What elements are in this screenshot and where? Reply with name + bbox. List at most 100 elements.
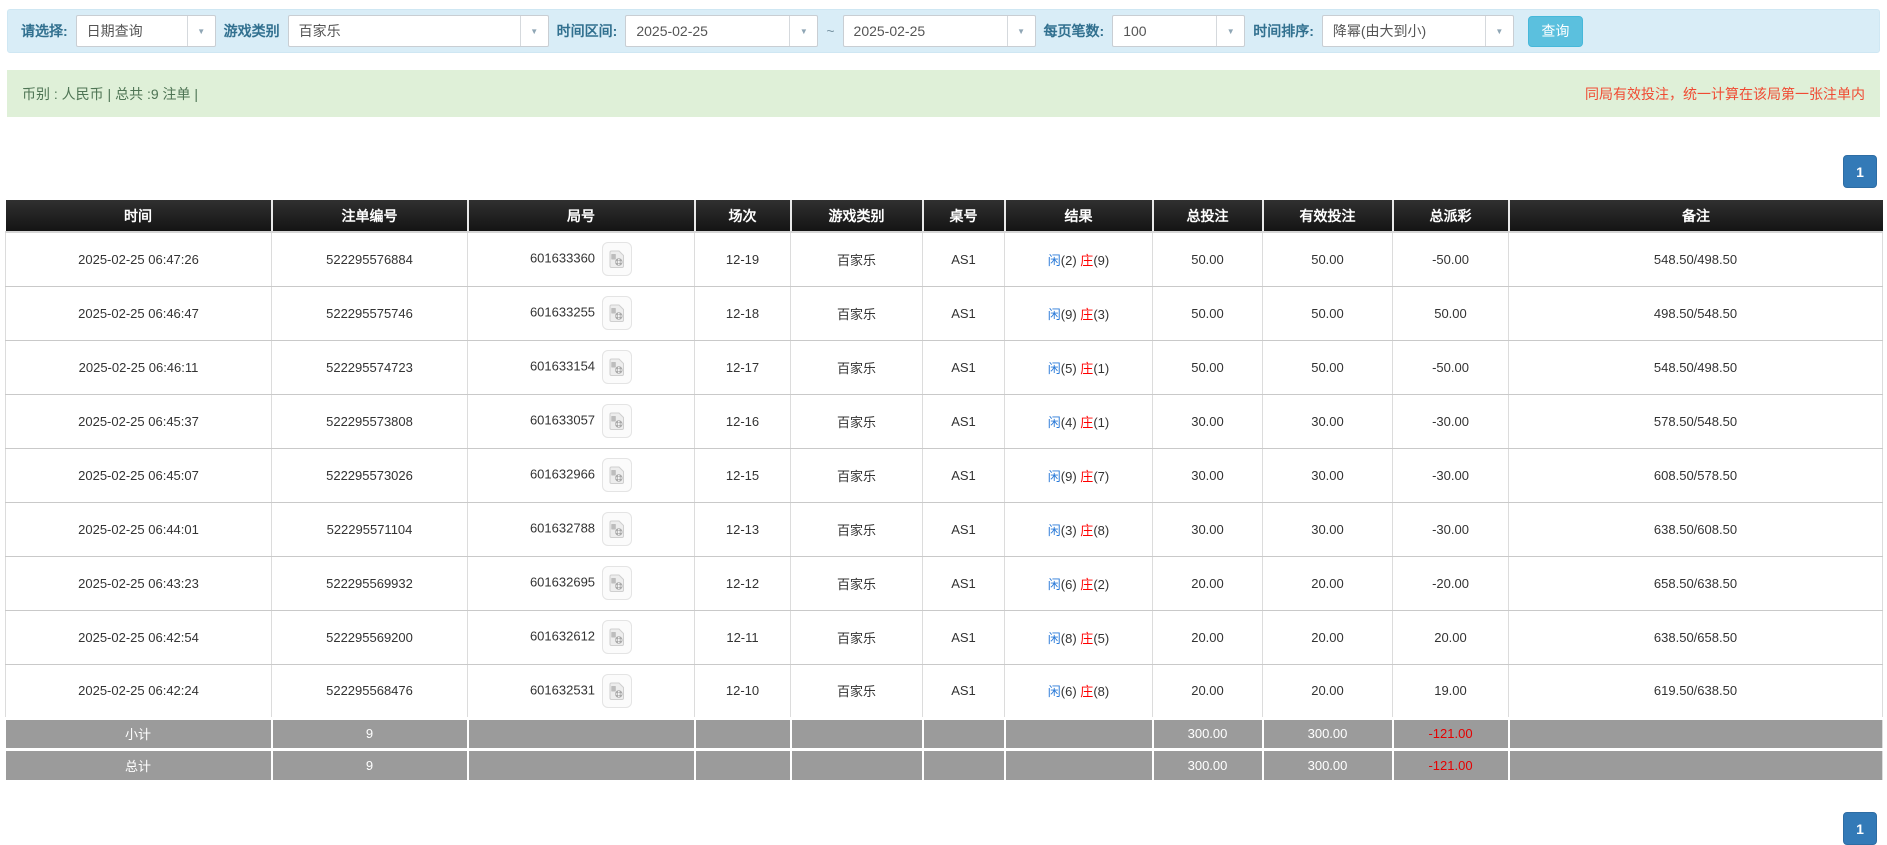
note-cell: 608.50/578.50 [1509, 448, 1883, 502]
banker-result-points: (9) [1093, 253, 1109, 268]
records-table: 时间注单编号局号场次游戏类别桌号结果总投注有效投注总派彩备注 2025-02-2… [5, 200, 1883, 780]
page-1-button[interactable]: 1 [1843, 812, 1877, 845]
result-cell: 闲(9) 庄(3) [1005, 286, 1153, 340]
video-button[interactable] [602, 512, 632, 546]
summary-table-cell [923, 718, 1005, 749]
player-result-label: 闲 [1048, 523, 1061, 538]
valid-bet-cell: 20.00 [1263, 664, 1393, 718]
payout-cell: 20.00 [1393, 610, 1509, 664]
summary-result-cell [1005, 718, 1153, 749]
table-no-cell: AS1 [923, 448, 1005, 502]
total-bet-cell[interactable]: 30.00 [1153, 394, 1263, 448]
video-button[interactable] [602, 296, 632, 330]
round-no: 601632531 [530, 682, 595, 697]
game-type-cell: 百家乐 [791, 448, 923, 502]
per-page-select[interactable]: 100 ▼ [1112, 15, 1245, 47]
total-bet-cell[interactable]: 30.00 [1153, 502, 1263, 556]
video-button[interactable] [602, 620, 632, 654]
note-cell: 578.50/548.50 [1509, 394, 1883, 448]
summary-label-cell: 小计 [6, 718, 272, 749]
game-type-cell: 百家乐 [791, 232, 923, 286]
page-1-button[interactable]: 1 [1843, 155, 1877, 188]
table-row: 2025-02-25 06:44:01522295571104601632788… [6, 502, 1883, 556]
currency-count-text: 币别 : 人民币 | 总共 :9 注单 | [22, 84, 198, 104]
player-result-label: 闲 [1048, 415, 1061, 430]
column-header: 场次 [695, 200, 791, 232]
table-row: 2025-02-25 06:42:24522295568476601632531… [6, 664, 1883, 718]
summary-total-bet-cell: 300.00 [1153, 749, 1263, 780]
date-from-select[interactable]: 2025-02-25 ▼ [625, 15, 818, 47]
session-cell: 12-16 [695, 394, 791, 448]
video-button[interactable] [602, 404, 632, 438]
film-icon [609, 412, 625, 430]
game-type-select[interactable]: 百家乐 ▼ [288, 15, 549, 47]
sort-label: 时间排序: [1253, 21, 1314, 41]
banker-result-label: 庄 [1080, 469, 1093, 484]
result-cell: 闲(2) 庄(9) [1005, 232, 1153, 286]
summary-note-cell [1509, 749, 1883, 780]
banker-result-points: (8) [1093, 684, 1109, 699]
valid-bet-cell: 30.00 [1263, 502, 1393, 556]
time-cell: 2025-02-25 06:46:47 [6, 286, 272, 340]
bet-id-cell: 522295576884 [272, 232, 468, 286]
round-no-cell: 601632695 [468, 556, 695, 610]
payout-cell: -30.00 [1393, 394, 1509, 448]
total-bet-cell[interactable]: 30.00 [1153, 448, 1263, 502]
result-cell: 闲(6) 庄(2) [1005, 556, 1153, 610]
player-result-points: (5) [1061, 361, 1081, 376]
bet-id-cell: 522295573026 [272, 448, 468, 502]
chevron-down-icon: ▼ [187, 16, 215, 46]
video-button[interactable] [602, 458, 632, 492]
summary-payout-cell: -121.00 [1393, 718, 1509, 749]
column-header: 时间 [6, 200, 272, 232]
date-to-select[interactable]: 2025-02-25 ▼ [843, 15, 1036, 47]
valid-bet-cell: 20.00 [1263, 556, 1393, 610]
note-cell: 498.50/548.50 [1509, 286, 1883, 340]
banker-result-points: (1) [1093, 361, 1109, 376]
table-no-cell: AS1 [923, 286, 1005, 340]
video-button[interactable] [602, 674, 632, 708]
column-header: 局号 [468, 200, 695, 232]
date-range-separator: ~ [826, 23, 834, 39]
game-type-cell: 百家乐 [791, 556, 923, 610]
time-cell: 2025-02-25 06:45:37 [6, 394, 272, 448]
valid-bet-cell: 50.00 [1263, 340, 1393, 394]
session-cell: 12-11 [695, 610, 791, 664]
game-type-cell: 百家乐 [791, 502, 923, 556]
game-type-value: 百家乐 [289, 21, 351, 41]
banker-result-label: 庄 [1080, 253, 1093, 268]
banker-result-points: (8) [1093, 523, 1109, 538]
video-button[interactable] [602, 566, 632, 600]
table-no-cell: AS1 [923, 232, 1005, 286]
game-type-label: 游戏类别 [224, 21, 280, 41]
bet-id-cell: 522295569200 [272, 610, 468, 664]
table-no-cell: AS1 [923, 610, 1005, 664]
chevron-down-icon: ▼ [1216, 16, 1244, 46]
total-bet-cell[interactable]: 20.00 [1153, 556, 1263, 610]
banker-result-label: 庄 [1080, 361, 1093, 376]
total-bet-cell[interactable]: 20.00 [1153, 610, 1263, 664]
round-no: 601633360 [530, 251, 595, 266]
summary-label-cell: 总计 [6, 749, 272, 780]
round-no: 601633154 [530, 358, 595, 373]
summary-total-bet-cell: 300.00 [1153, 718, 1263, 749]
time-cell: 2025-02-25 06:42:54 [6, 610, 272, 664]
bet-id-cell: 522295575746 [272, 286, 468, 340]
valid-bet-cell: 20.00 [1263, 610, 1393, 664]
total-bet-cell[interactable]: 50.00 [1153, 340, 1263, 394]
total-bet-cell[interactable]: 50.00 [1153, 232, 1263, 286]
film-icon [609, 466, 625, 484]
payout-cell: -50.00 [1393, 340, 1509, 394]
total-bet-cell[interactable]: 50.00 [1153, 286, 1263, 340]
column-header: 有效投注 [1263, 200, 1393, 232]
video-button[interactable] [602, 242, 632, 276]
video-button[interactable] [602, 350, 632, 384]
query-button[interactable]: 查询 [1528, 16, 1583, 47]
result-cell: 闲(8) 庄(5) [1005, 610, 1153, 664]
payout-cell: -30.00 [1393, 448, 1509, 502]
query-type-select[interactable]: 日期查询 ▼ [76, 15, 216, 47]
sort-select[interactable]: 降幂(由大到小) ▼ [1322, 15, 1514, 47]
total-bet-cell[interactable]: 20.00 [1153, 664, 1263, 718]
time-cell: 2025-02-25 06:46:11 [6, 340, 272, 394]
time-cell: 2025-02-25 06:43:23 [6, 556, 272, 610]
